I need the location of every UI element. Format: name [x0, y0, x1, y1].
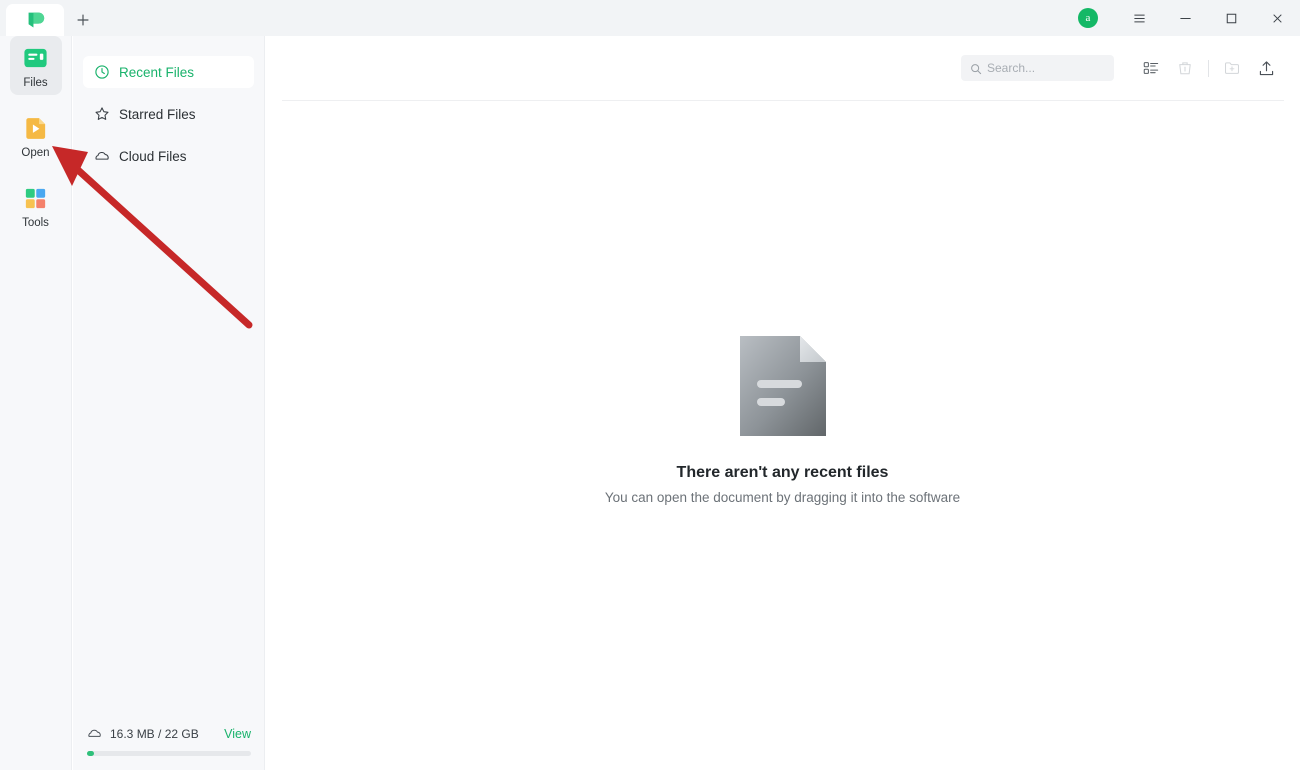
tab-strip	[0, 0, 102, 36]
star-icon	[94, 106, 110, 122]
open-icon	[22, 115, 49, 142]
minimize-icon[interactable]	[1162, 0, 1208, 36]
avatar[interactable]: a	[1078, 8, 1098, 28]
rail-item-files[interactable]: Files	[9, 36, 62, 95]
main-content: Search... There aren't any recent files …	[265, 36, 1300, 770]
storage-row: 16.3 MB / 22 GB View	[87, 726, 251, 742]
app-logo	[24, 9, 46, 31]
close-icon[interactable]	[1254, 0, 1300, 36]
rail-item-label: Open	[21, 147, 50, 159]
upload-icon[interactable]	[1249, 53, 1283, 83]
new-folder-icon	[1215, 53, 1249, 83]
maximize-icon[interactable]	[1208, 0, 1254, 36]
nav-panel: Recent Files Starred Files Cloud Files 1…	[73, 36, 265, 770]
content-toolbar: Search...	[265, 36, 1300, 100]
empty-state-title: There aren't any recent files	[676, 464, 889, 481]
toolbar-separator	[1208, 59, 1209, 77]
search-input[interactable]: Search...	[961, 55, 1114, 81]
window-controls: a	[1078, 0, 1300, 36]
document-icon	[739, 336, 826, 436]
nav-item-cloud-files[interactable]: Cloud Files	[83, 140, 254, 172]
hamburger-menu-icon[interactable]	[1116, 0, 1162, 36]
new-tab-button[interactable]	[64, 4, 102, 36]
storage-progress-bar	[87, 751, 251, 756]
list-view-icon[interactable]	[1134, 53, 1168, 83]
tab-document-1[interactable]	[6, 4, 64, 36]
files-icon	[22, 45, 49, 72]
rail-item-label: Files	[23, 77, 48, 89]
storage-view-link[interactable]: View	[224, 727, 251, 741]
clock-icon	[94, 64, 110, 80]
toolbar-divider	[282, 100, 1284, 101]
trash-icon	[1168, 53, 1202, 83]
nav-item-starred-files[interactable]: Starred Files	[83, 98, 254, 130]
tools-icon	[22, 185, 49, 212]
nav-item-recent-files[interactable]: Recent Files	[83, 56, 254, 88]
empty-state-subtitle: You can open the document by dragging it…	[604, 490, 961, 505]
icon-rail: Files Open Tools	[0, 36, 72, 770]
cloud-icon	[94, 148, 110, 164]
storage-usage-text: 16.3 MB / 22 GB	[110, 727, 199, 741]
cloud-icon	[87, 726, 103, 742]
search-icon	[970, 62, 982, 75]
storage-indicator: 16.3 MB / 22 GB View	[73, 726, 265, 770]
search-placeholder: Search...	[987, 61, 1036, 75]
rail-item-open[interactable]: Open	[10, 107, 62, 165]
rail-item-tools[interactable]: Tools	[10, 177, 62, 235]
title-bar: a	[0, 0, 1300, 36]
storage-progress-fill	[87, 751, 94, 756]
empty-state: There aren't any recent files You can op…	[265, 336, 1300, 505]
nav-item-label: Recent Files	[119, 64, 195, 80]
nav-item-label: Starred Files	[119, 106, 196, 122]
rail-item-label: Tools	[22, 217, 49, 229]
nav-item-label: Cloud Files	[119, 148, 187, 164]
